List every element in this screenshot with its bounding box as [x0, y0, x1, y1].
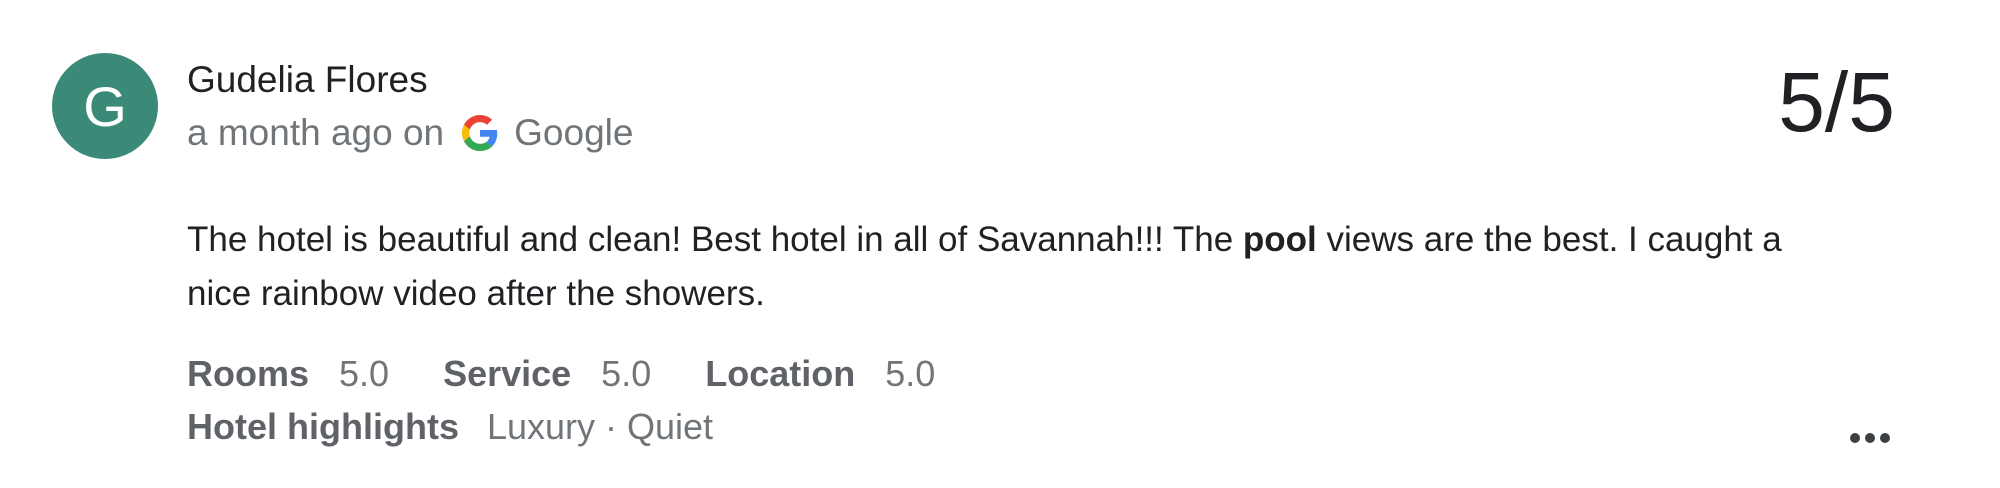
more-options-button[interactable] [1842, 418, 1898, 458]
more-horizontal-icon [1850, 433, 1860, 443]
rating-value: 5.0 [339, 353, 390, 394]
rating-label: Location [705, 353, 856, 394]
rating-label: Rooms [187, 353, 310, 394]
rating-value: 5.0 [601, 353, 652, 394]
google-icon [462, 115, 498, 151]
rating-label: Service [443, 353, 572, 394]
rating-value: 5.0 [885, 353, 936, 394]
avatar[interactable]: G [52, 53, 158, 159]
hotel-highlights: Hotel highlights Luxury · Quiet [187, 402, 713, 452]
review-time: a month ago on [187, 112, 445, 153]
more-horizontal-icon [1880, 433, 1890, 443]
ratings-row: Rooms 5.0 Service 5.0 Location 5.0 [187, 349, 989, 399]
avatar-initial: G [83, 74, 127, 138]
author-name[interactable]: Gudelia Flores [187, 55, 428, 105]
rating-service: Service 5.0 [443, 353, 651, 395]
review-text-highlight: pool [1242, 220, 1317, 259]
review-text-part: The hotel is beautiful and clean! Best h… [187, 220, 1243, 259]
rating-location: Location 5.0 [705, 353, 935, 395]
review-meta: a month ago on Google [187, 108, 633, 158]
review-card: G Gudelia Flores a month ago on Google 5… [0, 0, 2000, 488]
highlights-value: Luxury · Quiet [486, 406, 714, 447]
rating-rooms: Rooms 5.0 [187, 353, 389, 395]
review-text: The hotel is beautiful and clean! Best h… [187, 213, 1807, 321]
highlights-label: Hotel highlights [187, 406, 459, 447]
more-horizontal-icon [1865, 433, 1875, 443]
review-score: 5/5 [1778, 55, 1895, 149]
review-source: Google [514, 112, 634, 153]
